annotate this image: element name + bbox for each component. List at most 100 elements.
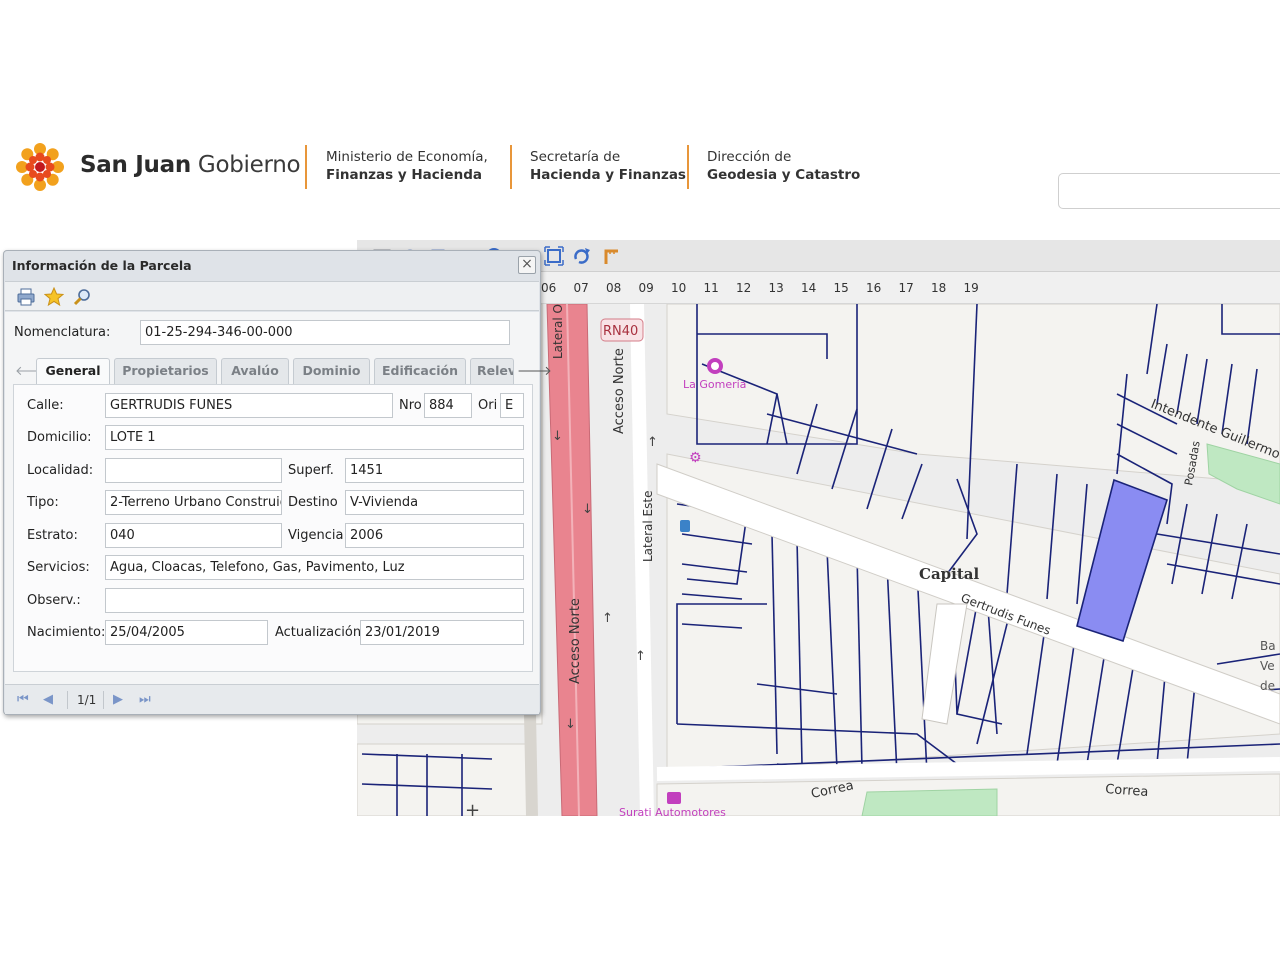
ruler-label: 07 — [573, 281, 589, 295]
ruler-label: 06 — [541, 281, 557, 295]
header-divider — [510, 145, 512, 189]
ruler-label: 09 — [638, 281, 654, 295]
destino-label: Destino — [288, 495, 338, 510]
close-button[interactable]: × — [518, 256, 536, 274]
ruler-label: 16 — [866, 281, 882, 295]
domicilio-field[interactable]: LOTE 1 — [105, 425, 524, 450]
map-edge-label: Ve — [1260, 659, 1275, 673]
estrato-field[interactable]: 040 — [105, 523, 282, 548]
street-label-acceso-norte: Acceso Norte — [612, 348, 627, 434]
svg-text:+: + — [465, 800, 480, 816]
page-indicator: 1/1 — [77, 693, 97, 707]
svg-text:⚙: ⚙ — [689, 450, 702, 466]
svg-text:↑: ↑ — [602, 611, 613, 626]
servicios-field[interactable]: Agua, Cloacas, Telefono, Gas, Pavimento,… — [105, 555, 524, 580]
ruler-label: 12 — [736, 281, 752, 295]
calle-field[interactable]: GERTRUDIS FUNES — [105, 393, 393, 418]
street-label-correa: Correa — [1105, 782, 1149, 800]
ruler-label: 11 — [703, 281, 719, 295]
prev-page-icon[interactable]: ◀ — [43, 692, 53, 707]
nro-field[interactable]: 884 — [424, 393, 472, 418]
poi-label-surati: Surati Automotores — [619, 806, 726, 816]
map-edge-label: Ba — [1260, 639, 1276, 653]
vigencia-field[interactable]: 2006 — [345, 523, 524, 548]
ori-field[interactable]: E — [500, 393, 524, 418]
parcel-info-window: Información de la Parcela × Nomenclatura… — [3, 250, 552, 715]
svg-text:↓: ↓ — [565, 717, 576, 732]
observ-label: Observ.: — [27, 593, 81, 608]
first-page-icon[interactable]: ⏮ — [17, 692, 29, 707]
ruler-label: 18 — [931, 281, 947, 295]
general-tab-panel: Calle: GERTRUDIS FUNES Nro 884 Ori E Dom… — [13, 384, 533, 672]
tipo-field[interactable]: 2-Terreno Urbano Construido — [105, 490, 282, 515]
svg-text:↓: ↓ — [552, 429, 563, 444]
localidad-field[interactable] — [105, 458, 282, 483]
localidad-label: Localidad: — [27, 463, 94, 478]
nomenclatura-label: Nomenclatura: — [14, 325, 111, 340]
sun-logo-icon — [16, 143, 64, 191]
window-body: Nomenclatura: 01-25-294-346-00-000 🡐 Gen… — [5, 312, 552, 684]
poi-label-la-gomeria: La Gomeria — [683, 378, 746, 391]
svg-text:↑: ↑ — [635, 649, 646, 664]
domicilio-label: Domicilio: — [27, 430, 92, 445]
observ-field[interactable] — [105, 588, 524, 613]
ruler-label: 13 — [768, 281, 784, 295]
superf-field[interactable]: 1451 — [345, 458, 524, 483]
ruler-label: 15 — [833, 281, 849, 295]
nomenclatura-field[interactable]: 01-25-294-346-00-000 — [140, 320, 510, 345]
pager: ⏮ ◀ 1/1 ▶ ⏭ — [5, 684, 539, 714]
printer-icon[interactable] — [15, 286, 37, 308]
svg-text:↑: ↑ — [647, 435, 658, 450]
next-page-icon[interactable]: ▶ — [113, 692, 123, 707]
refresh-icon[interactable] — [569, 243, 595, 269]
ruler-label: 10 — [671, 281, 687, 295]
ruler-label: 08 — [606, 281, 622, 295]
actualizacion-label: Actualización — [275, 625, 362, 640]
tipo-label: Tipo: — [27, 495, 59, 510]
brand-name: San Juan Gobierno — [80, 152, 301, 178]
tab-scroll-right-icon[interactable]: 🡒 — [517, 363, 552, 379]
ruler-label: 14 — [801, 281, 817, 295]
org-ministerio: Ministerio de Economía, Finanzas y Hacie… — [326, 149, 488, 183]
destino-field[interactable]: V-Vivienda — [345, 490, 524, 515]
actualizacion-field[interactable]: 23/01/2019 — [360, 620, 524, 645]
header-divider — [687, 145, 689, 189]
superf-label: Superf. — [288, 463, 334, 478]
tab-dominio[interactable]: Dominio — [293, 358, 370, 384]
ruler-label: 19 — [963, 281, 979, 295]
tab-general[interactable]: General — [36, 358, 110, 384]
svg-text:↓: ↓ — [582, 502, 593, 517]
org-secretaria: Secretaría de Hacienda y Finanzas — [530, 149, 686, 183]
nacimiento-label: Nacimiento: — [27, 625, 106, 640]
header-search-input[interactable] — [1058, 173, 1280, 209]
site-header: San Juan Gobierno Ministerio de Economía… — [0, 135, 1280, 225]
zoom-extent-icon[interactable] — [541, 243, 567, 269]
star-icon[interactable] — [43, 286, 65, 308]
magnifier-icon[interactable] — [71, 286, 93, 308]
nro-label: Nro — [399, 398, 422, 413]
servicios-label: Servicios: — [27, 560, 90, 575]
window-toolbar — [5, 281, 539, 311]
street-label-acceso-norte: Acceso Norte — [568, 598, 583, 684]
header-divider — [305, 145, 307, 189]
measure-tool-icon[interactable] — [599, 243, 625, 269]
tab-relevamiento[interactable]: Relev — [470, 358, 514, 384]
ruler-label: 17 — [898, 281, 914, 295]
window-title: Información de la Parcela — [12, 258, 192, 273]
ori-label: Ori — [478, 398, 498, 413]
tab-avaluo[interactable]: Avalúo — [221, 358, 289, 384]
estrato-label: Estrato: — [27, 528, 78, 543]
tab-edificacion[interactable]: Edificación — [374, 358, 466, 384]
street-label-lateral-oeste: Lateral O — [551, 304, 565, 359]
tab-bar: 🡐 General Propietarios Avalúo Dominio Ed… — [13, 358, 552, 384]
nacimiento-field[interactable]: 25/04/2005 — [105, 620, 268, 645]
last-page-icon[interactable]: ⏭ — [139, 692, 151, 707]
calle-label: Calle: — [27, 398, 64, 413]
pager-divider — [67, 691, 68, 709]
org-direccion: Dirección de Geodesia y Catastro — [707, 149, 861, 183]
tab-propietarios[interactable]: Propietarios — [114, 358, 217, 384]
map-edge-label: de — [1260, 679, 1275, 693]
vigencia-label: Vigencia — [288, 528, 344, 543]
pager-divider — [103, 691, 104, 709]
route-shield-label: RN40 — [603, 324, 638, 339]
